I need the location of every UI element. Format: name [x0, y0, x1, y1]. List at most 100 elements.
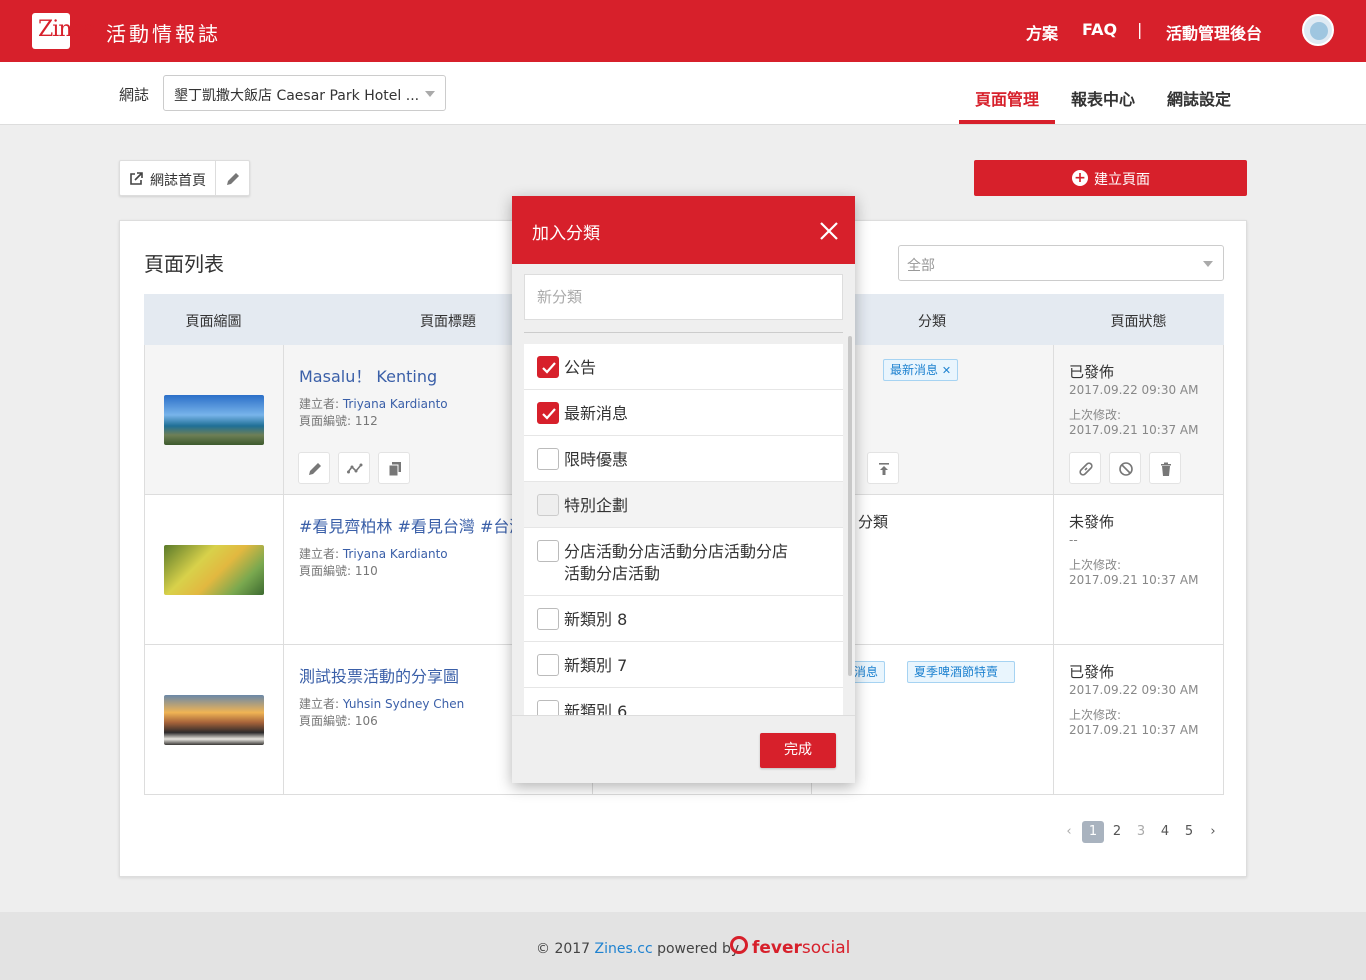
user-avatar[interactable]	[1302, 14, 1334, 46]
page-number: 頁面編號: 112	[299, 414, 378, 428]
zine-select[interactable]: 墾丁凱撒大飯店 Caesar Park Hotel ...	[163, 75, 446, 111]
category-item-announcement[interactable]: 公告	[524, 344, 843, 390]
chevron-down-icon	[1203, 261, 1213, 267]
creator-label: 建立者:	[299, 697, 343, 711]
modal-header: 加入分類	[512, 196, 855, 264]
category-list-scrollbar[interactable]	[848, 336, 852, 676]
modal-body: 公告 最新消息 限時優惠 特別企劃 分店活動分店活動分店活動分店活動分店活動 新…	[512, 264, 855, 715]
next-page-icon[interactable]: ›	[1202, 821, 1224, 843]
checkbox-checked[interactable]	[537, 402, 559, 424]
brand-light: social	[801, 938, 851, 958]
link-icon	[1079, 462, 1093, 476]
footer-copyright: © 2017 Zines.cc powered by	[536, 941, 739, 957]
table-border	[1223, 345, 1224, 795]
modified-date: 2017.09.21 10:37 AM	[1069, 723, 1199, 737]
zine-home-button[interactable]: 網誌首頁	[119, 160, 250, 196]
creator-label: 建立者:	[299, 547, 343, 561]
checkbox[interactable]	[537, 654, 559, 676]
status-text: 未發佈	[1069, 513, 1115, 531]
category-item-new-6[interactable]: 新類別 6	[524, 688, 843, 715]
modal-title: 加入分類	[532, 224, 600, 244]
pin-top-icon	[879, 463, 889, 475]
checkbox[interactable]	[537, 494, 559, 516]
column-divider	[1053, 345, 1054, 795]
category-tag: 最新消息 ✕	[883, 359, 959, 381]
page-footer: © 2017 Zines.cc powered by feversocial	[0, 912, 1366, 980]
page-thumbnail	[164, 695, 264, 745]
category-item-special-project[interactable]: 特別企劃	[524, 482, 843, 528]
nav-admin[interactable]: 活動管理後台	[1166, 20, 1262, 44]
category-label: 最新消息	[564, 404, 629, 423]
create-page-button[interactable]: + 建立頁面	[974, 160, 1247, 196]
page-2[interactable]: 2	[1106, 821, 1128, 843]
zines-logo[interactable]: Zines	[32, 13, 95, 49]
pencil-icon	[309, 463, 321, 475]
copy-link-button[interactable]	[1069, 452, 1101, 484]
button-divider	[215, 161, 216, 195]
category-item-branch-events[interactable]: 分店活動分店活動分店活動分店活動分店活動	[524, 528, 843, 596]
checkbox-checked[interactable]	[537, 356, 559, 378]
category-item-new-8[interactable]: 新類別 8	[524, 596, 843, 642]
page-creator: 建立者: Triyana Kardianto	[299, 395, 448, 412]
tab-settings[interactable]: 網誌設定	[1167, 86, 1231, 110]
category-item-limited-offer[interactable]: 限時優惠	[524, 436, 843, 482]
brand-title: 活動情報誌	[106, 22, 221, 46]
page-creator: 建立者: Yuhsin Sydney Chen	[299, 695, 464, 712]
feversocial-logo-icon	[730, 936, 748, 954]
feversocial-logo-text[interactable]: feversocial	[752, 938, 850, 958]
page-title-link[interactable]: 測試投票活動的分享圖	[299, 663, 459, 687]
analytics-icon	[347, 463, 363, 474]
edit-page-button[interactable]	[298, 452, 330, 484]
duplicate-button[interactable]	[378, 452, 410, 484]
avatar-face-icon	[1310, 22, 1328, 40]
external-link-icon	[130, 172, 143, 185]
category-item-latest-news[interactable]: 最新消息	[524, 390, 843, 436]
logo-text: Zines	[38, 17, 95, 42]
checkbox[interactable]	[537, 540, 559, 562]
page-1[interactable]: 1	[1082, 821, 1104, 843]
zine-label: 網誌	[119, 86, 150, 104]
category-item-new-7[interactable]: 新類別 7	[524, 642, 843, 688]
prev-page-icon[interactable]: ‹	[1058, 821, 1080, 843]
creator-name[interactable]: Yuhsin Sydney Chen	[343, 697, 464, 711]
analytics-button[interactable]	[338, 452, 370, 484]
new-category-input[interactable]	[524, 274, 843, 320]
nav-faq[interactable]: FAQ	[1082, 20, 1117, 39]
ban-icon	[1119, 462, 1133, 476]
publish-date: 2017.09.22 09:30 AM	[1069, 383, 1199, 397]
page-5[interactable]: 5	[1178, 821, 1200, 843]
delete-button[interactable]	[1149, 452, 1181, 484]
zines-link[interactable]: Zines.cc	[595, 941, 653, 957]
page-thumbnail	[164, 395, 264, 445]
checkbox[interactable]	[537, 448, 559, 470]
page-3[interactable]: 3	[1130, 821, 1152, 843]
add-category-modal: 加入分類 公告 最新消息 限時優惠 特別企劃	[512, 196, 855, 783]
brand-bold: fever	[752, 938, 802, 958]
nav-separator: |	[1137, 20, 1143, 39]
category-label: 新類別 7	[564, 656, 628, 675]
zine-home-label: 網誌首頁	[150, 173, 206, 189]
tab-reports[interactable]: 報表中心	[1071, 86, 1135, 110]
page-title-link[interactable]: Masalu！ Kenting	[299, 363, 437, 387]
create-page-label: 建立頁面	[1094, 172, 1150, 188]
pencil-icon[interactable]	[225, 171, 241, 187]
pin-top-button[interactable]	[867, 452, 899, 484]
category-filter-select[interactable]: 全部	[898, 245, 1224, 281]
remove-tag-icon[interactable]: ✕	[942, 364, 951, 377]
status-text: 已發佈	[1069, 663, 1115, 681]
creator-name[interactable]: Triyana Kardianto	[343, 547, 448, 561]
checkbox[interactable]	[537, 608, 559, 630]
page-title-link[interactable]: #看見齊柏林 #看見台灣 #台灣	[299, 513, 525, 537]
tab-page-management[interactable]: 頁面管理	[975, 86, 1039, 110]
trash-icon	[1161, 462, 1171, 476]
done-button[interactable]: 完成	[760, 733, 836, 768]
checkbox[interactable]	[537, 700, 559, 715]
unpublish-button[interactable]	[1109, 452, 1141, 484]
page-4[interactable]: 4	[1154, 821, 1176, 843]
nav-plans[interactable]: 方案	[1026, 20, 1058, 44]
modified-date: 2017.09.21 10:37 AM	[1069, 573, 1199, 587]
uncategorized-text: 分類	[858, 513, 889, 531]
check-icon	[542, 362, 556, 374]
close-icon[interactable]	[818, 220, 840, 242]
creator-name[interactable]: Triyana Kardianto	[343, 397, 448, 411]
